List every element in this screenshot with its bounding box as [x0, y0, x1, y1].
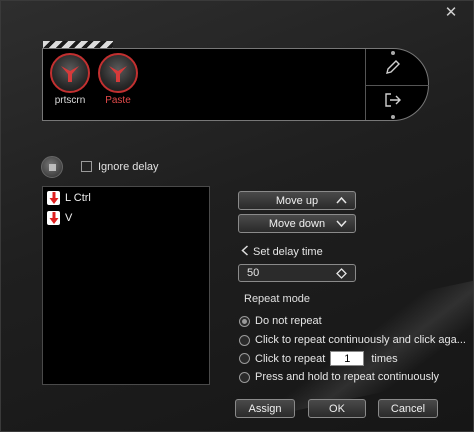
macro-tile-label: Paste [105, 95, 131, 106]
key-label: V [65, 212, 73, 224]
macro-tile-prtscrn[interactable]: prtscrn [45, 53, 95, 106]
ignore-delay-label: Ignore delay [98, 161, 159, 173]
chevron-up-icon [336, 195, 347, 209]
radio-button[interactable] [239, 371, 250, 383]
macro-tile-paste[interactable]: Paste [93, 53, 143, 106]
macro-bar-separator [365, 85, 429, 86]
radio-button[interactable] [239, 334, 250, 346]
repeat-option-none[interactable]: Do not repeat [239, 315, 322, 327]
macro-tile-label: prtscrn [54, 95, 86, 106]
radio-label-suffix: times [371, 352, 398, 365]
key-label: L Ctrl [65, 192, 91, 204]
key-sequence-list[interactable]: L Ctrl V [42, 186, 210, 385]
delay-value: 50 [247, 267, 260, 279]
close-icon[interactable]: ✕ [441, 4, 461, 20]
bar-dot [391, 51, 395, 55]
repeat-count-input[interactable] [330, 351, 365, 366]
legion-logo-icon [50, 53, 90, 93]
chevron-left-icon [241, 245, 249, 259]
repeat-option-hold[interactable]: Press and hold to repeat continuously [239, 371, 439, 383]
repeat-option-toggle[interactable]: Click to repeat continuously and click a… [239, 334, 466, 346]
key-down-arrow-icon [47, 211, 60, 225]
macro-editor-window: ✕ prtscrn Paste Ignore delay L Ctrl V Mo… [0, 0, 474, 432]
set-delay-toggle[interactable]: Set delay time [241, 245, 323, 259]
repeat-mode-title: Repeat mode [244, 293, 311, 305]
move-up-label: Move up [275, 194, 319, 207]
ignore-delay-checkbox[interactable] [81, 161, 92, 172]
ok-button[interactable]: OK [308, 399, 366, 418]
key-down-arrow-icon [47, 191, 60, 205]
dropdown-diamond-icon [336, 268, 347, 282]
radio-label: Click to repeat [255, 352, 326, 365]
macro-bar: prtscrn Paste [42, 48, 429, 121]
export-icon[interactable] [379, 89, 407, 111]
radio-button[interactable] [239, 315, 250, 327]
assign-button[interactable]: Assign [235, 399, 295, 418]
repeat-option-count[interactable]: Click to repeat times [239, 351, 398, 366]
radio-label: Click to repeat continuously and click a… [255, 334, 466, 346]
radio-button[interactable] [239, 353, 250, 364]
chevron-down-icon [336, 218, 347, 232]
bar-dot [391, 115, 395, 119]
move-down-label: Move down [268, 217, 326, 230]
list-item[interactable]: L Ctrl [47, 190, 91, 206]
delay-time-select[interactable]: 50 [238, 264, 356, 282]
cancel-button[interactable]: Cancel [378, 399, 438, 418]
radio-label: Do not repeat [255, 315, 322, 327]
radio-label: Press and hold to repeat continuously [255, 371, 440, 383]
list-item[interactable]: V [47, 210, 72, 226]
move-up-button[interactable]: Move up [238, 191, 356, 210]
legion-logo-icon [98, 53, 138, 93]
stop-icon [48, 163, 56, 171]
record-stop-button[interactable] [41, 156, 63, 178]
set-delay-label: Set delay time [253, 246, 323, 258]
edit-pencil-icon[interactable] [379, 56, 407, 78]
move-down-button[interactable]: Move down [238, 214, 356, 233]
